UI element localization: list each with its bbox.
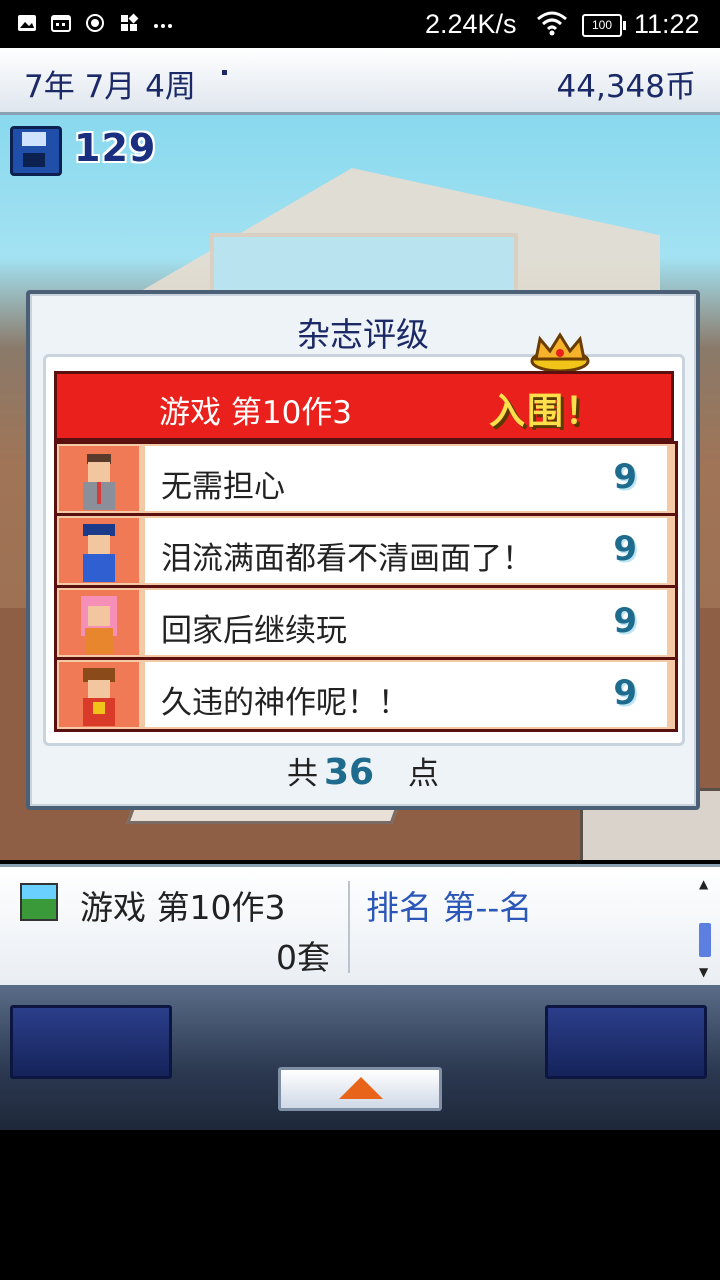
wifi-icon bbox=[537, 11, 567, 36]
status-bar: 2.24K/s 100 11:22 bbox=[0, 0, 720, 48]
floppy-disk-icon[interactable] bbox=[10, 126, 62, 176]
review-row: 久违的神作呢！！ 9 bbox=[57, 660, 675, 729]
review-comment: 久违的神作呢！！ bbox=[161, 685, 409, 721]
rating-panel: 游戏 第10作3 入围！ 无需担心 9 泪流满面都看不清画面了！ 9 回家后继续… bbox=[43, 332, 685, 746]
scroll-thumb[interactable] bbox=[699, 923, 711, 957]
review-comment: 无需担心 bbox=[161, 469, 285, 505]
review-row: 回家后继续玩 9 bbox=[57, 588, 675, 657]
record-icon bbox=[86, 14, 104, 32]
game-title-banner: 游戏 第10作3 入围！ bbox=[54, 371, 674, 441]
reviewer-avatar bbox=[59, 590, 139, 655]
date-dot bbox=[222, 70, 227, 75]
review-comment: 回家后继续玩 bbox=[161, 613, 347, 649]
app-grid-icon bbox=[121, 13, 139, 31]
reviewer-avatar bbox=[59, 662, 139, 727]
review-score: 9 bbox=[613, 673, 637, 713]
right-action-button[interactable] bbox=[545, 1005, 707, 1079]
control-bar bbox=[0, 985, 720, 1130]
scroll-up-icon[interactable]: ▲ bbox=[699, 877, 708, 891]
info-divider bbox=[348, 881, 350, 973]
more-dots-icon bbox=[154, 24, 172, 28]
game-scene[interactable]: 7年 7月 4周 44,348币 129 杂志评级 游戏 第10作3 入围！ 无… bbox=[0, 48, 720, 860]
research-points: 129 bbox=[74, 126, 157, 170]
review-list: 无需担心 9 泪流满面都看不清画面了！ 9 回家后继续玩 9 久违的神作呢！！ … bbox=[54, 441, 678, 732]
notification-icons bbox=[16, 12, 174, 34]
battery-icon: 100 bbox=[582, 14, 626, 37]
image-icon bbox=[18, 15, 36, 31]
left-action-button[interactable] bbox=[10, 1005, 172, 1079]
crown-icon bbox=[530, 332, 590, 373]
total-suffix: 点 bbox=[408, 756, 440, 792]
up-arrow-icon bbox=[339, 1077, 383, 1099]
units-sold: 0套 bbox=[276, 938, 330, 977]
game-date: 7年 7月 4周 bbox=[24, 69, 196, 105]
review-comment: 泪流满面都看不清画面了！ bbox=[161, 541, 533, 577]
total-score: 36 bbox=[323, 752, 375, 793]
reviewer-avatar bbox=[59, 446, 139, 511]
rated-game-name: 游戏 第10作3 bbox=[159, 395, 353, 431]
total-score-line: 共 36 点 bbox=[30, 748, 696, 793]
sales-rank: 排名 第--名 bbox=[366, 888, 533, 927]
nominated-badge: 入围！ bbox=[489, 391, 604, 432]
reviewer-avatar bbox=[59, 518, 139, 583]
scroll-down-icon[interactable]: ▼ bbox=[699, 965, 708, 979]
review-score: 9 bbox=[613, 529, 637, 569]
money-amount: 44,348币 bbox=[556, 69, 696, 105]
info-scrollbar[interactable]: ▲ ▼ bbox=[698, 877, 712, 979]
calendar-icon bbox=[51, 15, 71, 32]
game-info-panel: 游戏 第10作3 0套 排名 第--名 ▲ ▼ bbox=[0, 864, 720, 988]
expand-menu-button[interactable] bbox=[278, 1067, 442, 1111]
review-score: 9 bbox=[613, 457, 637, 497]
battery-level: 100 bbox=[591, 18, 613, 32]
top-info-bar: 7年 7月 4周 44,348币 bbox=[0, 48, 720, 115]
game-cartridge-icon bbox=[20, 883, 58, 921]
network-speed: 2.24K/s bbox=[425, 9, 517, 39]
review-row: 泪流满面都看不清画面了！ 9 bbox=[57, 516, 675, 585]
clock: 11:22 bbox=[634, 9, 700, 39]
review-score: 9 bbox=[613, 601, 637, 641]
info-game-name: 游戏 第10作3 bbox=[80, 888, 286, 927]
dialog-title: 杂志评级 bbox=[297, 315, 429, 354]
magazine-rating-dialog[interactable]: 杂志评级 游戏 第10作3 入围！ 无需担心 9 泪流满面都看不清画面了！ 9 … bbox=[26, 290, 700, 810]
total-prefix: 共 bbox=[286, 756, 318, 792]
review-row: 无需担心 9 bbox=[57, 444, 675, 513]
